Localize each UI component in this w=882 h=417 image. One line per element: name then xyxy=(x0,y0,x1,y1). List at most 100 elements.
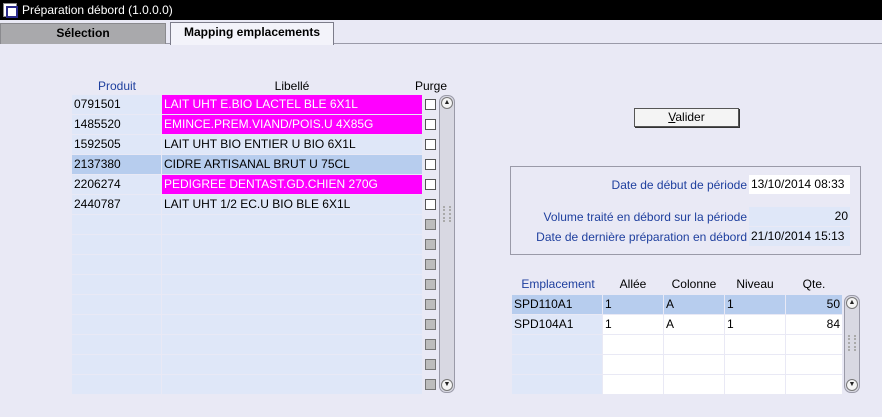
product-code-cell[interactable] xyxy=(72,295,161,314)
table-row[interactable]: 0791501 LAIT UHT E.BIO LACTEL BLE 6X1L xyxy=(72,95,436,115)
table-row[interactable]: 2206274 PEDIGREE DENTAST.GD.CHIEN 270G xyxy=(72,175,436,195)
product-label-cell[interactable]: LAIT UHT E.BIO LACTEL BLE 6X1L xyxy=(162,95,422,114)
location-row[interactable] xyxy=(512,355,842,375)
purge-checkbox[interactable] xyxy=(425,279,436,290)
table-row[interactable] xyxy=(72,355,436,375)
purge-checkbox[interactable] xyxy=(425,359,436,370)
location-qte-cell[interactable] xyxy=(786,335,842,354)
header-emplacement[interactable]: Emplacement xyxy=(512,277,604,291)
product-label-cell[interactable] xyxy=(162,255,422,274)
product-code-cell[interactable]: 2440787 xyxy=(72,195,161,214)
table-row[interactable] xyxy=(72,315,436,335)
scroll-up-icon[interactable]: ▲ xyxy=(441,97,453,109)
product-label-cell[interactable] xyxy=(162,335,422,354)
product-code-cell[interactable] xyxy=(72,255,161,274)
locations-scrollbar[interactable]: ▲ ▼ xyxy=(844,295,860,393)
purge-checkbox[interactable] xyxy=(425,219,436,230)
scroll-grip-icon[interactable] xyxy=(848,335,856,351)
product-code-cell[interactable] xyxy=(72,275,161,294)
location-niveau-cell[interactable]: 1 xyxy=(725,295,785,314)
header-libelle[interactable]: Libellé xyxy=(162,79,422,93)
product-code-cell[interactable]: 0791501 xyxy=(72,95,161,114)
products-scrollbar[interactable]: ▲ ▼ xyxy=(439,95,455,393)
product-code-cell[interactable] xyxy=(72,215,161,234)
tab-selection[interactable]: Sélection xyxy=(0,23,166,44)
purge-checkbox[interactable] xyxy=(425,319,436,330)
location-emplacement-cell[interactable] xyxy=(512,355,602,374)
location-niveau-cell[interactable]: 1 xyxy=(725,315,785,334)
location-emplacement-cell[interactable]: SPD104A1 xyxy=(512,315,602,334)
scroll-grip-icon[interactable] xyxy=(443,206,451,222)
product-code-cell[interactable]: 2206274 xyxy=(72,175,161,194)
purge-checkbox[interactable] xyxy=(425,179,436,190)
table-row[interactable] xyxy=(72,215,436,235)
header-allee[interactable]: Allée xyxy=(603,277,663,291)
product-code-cell[interactable] xyxy=(72,375,161,394)
scroll-down-icon[interactable]: ▼ xyxy=(846,379,858,391)
location-allee-cell[interactable] xyxy=(603,335,663,354)
purge-checkbox[interactable] xyxy=(425,239,436,250)
location-row[interactable] xyxy=(512,335,842,355)
product-code-cell[interactable]: 1592505 xyxy=(72,135,161,154)
location-qte-cell[interactable] xyxy=(786,355,842,374)
table-row[interactable]: 1592505 LAIT UHT BIO ENTIER U BIO 6X1L xyxy=(72,135,436,155)
app-icon[interactable] xyxy=(3,3,18,18)
product-label-cell[interactable] xyxy=(162,215,422,234)
purge-checkbox[interactable] xyxy=(425,159,436,170)
location-allee-cell[interactable] xyxy=(603,355,663,374)
table-row[interactable] xyxy=(72,375,436,395)
product-label-cell[interactable]: LAIT UHT BIO ENTIER U BIO 6X1L xyxy=(162,135,422,154)
location-qte-cell[interactable] xyxy=(786,375,842,394)
location-row[interactable] xyxy=(512,375,842,395)
location-colonne-cell[interactable] xyxy=(664,335,724,354)
header-colonne[interactable]: Colonne xyxy=(664,277,724,291)
product-code-cell[interactable] xyxy=(72,355,161,374)
purge-checkbox[interactable] xyxy=(425,139,436,150)
location-emplacement-cell[interactable]: SPD110A1 xyxy=(512,295,602,314)
product-label-cell[interactable]: EMINCE.PREM.VIAND/POIS.U 4X85G xyxy=(162,115,422,134)
location-niveau-cell[interactable] xyxy=(725,375,785,394)
table-row[interactable] xyxy=(72,295,436,315)
header-purge[interactable]: Purge xyxy=(411,79,451,93)
product-label-cell[interactable] xyxy=(162,315,422,334)
product-label-cell[interactable]: PEDIGREE DENTAST.GD.CHIEN 270G xyxy=(162,175,422,194)
purge-checkbox[interactable] xyxy=(425,379,436,390)
purge-checkbox[interactable] xyxy=(425,299,436,310)
table-row[interactable] xyxy=(72,275,436,295)
product-label-cell[interactable] xyxy=(162,375,422,394)
validate-button[interactable]: Valider xyxy=(634,108,739,127)
location-colonne-cell[interactable] xyxy=(664,355,724,374)
header-niveau[interactable]: Niveau xyxy=(725,277,785,291)
location-allee-cell[interactable] xyxy=(603,375,663,394)
product-label-cell[interactable] xyxy=(162,295,422,314)
location-allee-cell[interactable]: 1 xyxy=(603,295,663,314)
table-row[interactable] xyxy=(72,235,436,255)
header-qte[interactable]: Qte. xyxy=(786,277,842,291)
product-code-cell[interactable] xyxy=(72,315,161,334)
scroll-down-icon[interactable]: ▼ xyxy=(441,379,453,391)
product-label-cell[interactable]: CIDRE ARTISANAL BRUT U 75CL xyxy=(162,155,422,174)
location-allee-cell[interactable]: 1 xyxy=(603,315,663,334)
purge-checkbox[interactable] xyxy=(425,199,436,210)
location-row[interactable]: SPD110A1 1 A 1 50 xyxy=(512,295,842,315)
location-qte-cell[interactable]: 50 xyxy=(786,295,842,314)
purge-checkbox[interactable] xyxy=(425,119,436,130)
header-produit[interactable]: Produit xyxy=(72,79,162,93)
table-row[interactable] xyxy=(72,335,436,355)
location-niveau-cell[interactable] xyxy=(725,355,785,374)
product-code-cell[interactable]: 1485520 xyxy=(72,115,161,134)
tab-mapping-emplacements[interactable]: Mapping emplacements xyxy=(170,22,334,45)
table-row[interactable] xyxy=(72,255,436,275)
location-niveau-cell[interactable] xyxy=(725,335,785,354)
table-row[interactable]: 2440787 LAIT UHT 1/2 EC.U BIO BLE 6X1L xyxy=(72,195,436,215)
location-emplacement-cell[interactable] xyxy=(512,375,602,394)
purge-checkbox[interactable] xyxy=(425,339,436,350)
product-label-cell[interactable]: LAIT UHT 1/2 EC.U BIO BLE 6X1L xyxy=(162,195,422,214)
product-label-cell[interactable] xyxy=(162,355,422,374)
location-row[interactable]: SPD104A1 1 A 1 84 xyxy=(512,315,842,335)
scroll-up-icon[interactable]: ▲ xyxy=(846,297,858,309)
purge-checkbox[interactable] xyxy=(425,259,436,270)
product-code-cell[interactable] xyxy=(72,335,161,354)
product-label-cell[interactable] xyxy=(162,235,422,254)
location-colonne-cell[interactable]: A xyxy=(664,315,724,334)
